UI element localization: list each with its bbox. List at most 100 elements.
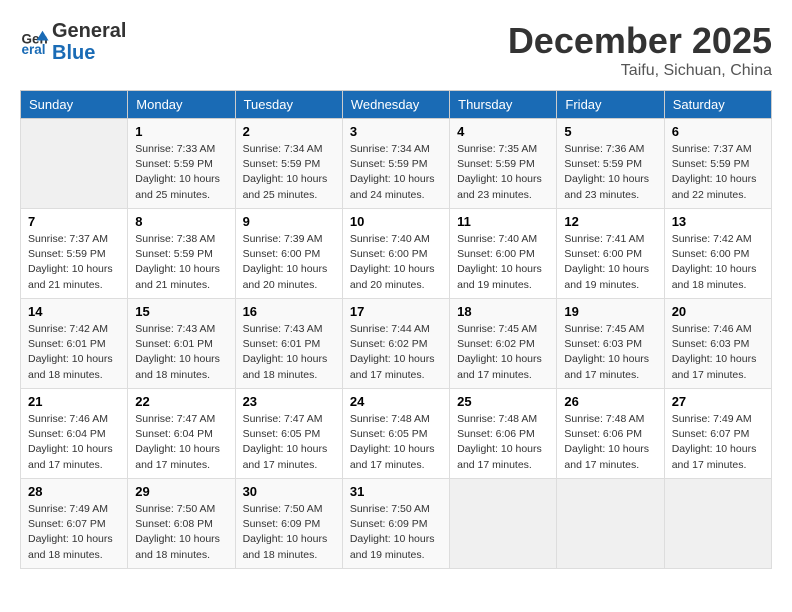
day-cell: 2Sunrise: 7:34 AM Sunset: 5:59 PM Daylig… [235, 119, 342, 209]
day-number: 27 [672, 394, 764, 409]
day-cell: 12 Sunrise: 7:41 AM Sunset: 6:00 PM Dayli… [557, 209, 664, 299]
day-cell: 21 Sunrise: 7:46 AM Sunset: 6:04 PM Dayli… [21, 389, 128, 479]
day-cell: 1 Sunrise: 7:33 AM Sunset: 5:59 PM Daylig… [128, 119, 235, 209]
location: Taifu, Sichuan, China [508, 62, 772, 80]
day-number: 29 [135, 484, 227, 499]
day-number: 21 [28, 394, 120, 409]
day-cell [21, 119, 128, 209]
logo-text-line2: Blue [52, 42, 126, 64]
day-info: Sunrise: 7:43 AM Sunset: 6:01 PM Dayligh… [243, 322, 335, 383]
page-header: Gen eral General Blue December 2025 Taif… [20, 20, 772, 80]
day-info: Sunrise: 7:50 AM Sunset: 6:09 PM Dayligh… [243, 502, 335, 563]
day-cell: 7 Sunrise: 7:37 AM Sunset: 5:59 PM Daylig… [21, 209, 128, 299]
day-info: Sunrise: 7:47 AM Sunset: 6:05 PM Dayligh… [243, 412, 335, 473]
day-cell: 6 Sunrise: 7:37 AM Sunset: 5:59 PM Daylig… [664, 119, 771, 209]
week-row-3: 14Sunrise: 7:42 AM Sunset: 6:01 PM Dayli… [21, 299, 772, 389]
day-number: 23 [243, 394, 335, 409]
week-row-4: 21 Sunrise: 7:46 AM Sunset: 6:04 PM Dayli… [21, 389, 772, 479]
column-header-friday: Friday [557, 91, 664, 119]
day-cell: 28 Sunrise: 7:49 AM Sunset: 6:07 PM Dayli… [21, 479, 128, 569]
day-number: 30 [243, 484, 335, 499]
day-cell: 30 Sunrise: 7:50 AM Sunset: 6:09 PM Dayli… [235, 479, 342, 569]
day-number: 26 [564, 394, 656, 409]
calendar-header-row: SundayMondayTuesdayWednesdayThursdayFrid… [21, 91, 772, 119]
day-cell: 14Sunrise: 7:42 AM Sunset: 6:01 PM Dayli… [21, 299, 128, 389]
day-number: 28 [28, 484, 120, 499]
column-header-saturday: Saturday [664, 91, 771, 119]
day-info: Sunrise: 7:42 AM Sunset: 6:01 PM Dayligh… [28, 322, 120, 383]
day-info: Sunrise: 7:37 AM Sunset: 5:59 PM Dayligh… [28, 232, 120, 293]
day-cell: 11 Sunrise: 7:40 AM Sunset: 6:00 PM Dayli… [450, 209, 557, 299]
day-info: Sunrise: 7:49 AM Sunset: 6:07 PM Dayligh… [672, 412, 764, 473]
day-number: 9 [243, 214, 335, 229]
day-cell: 9 Sunrise: 7:39 AM Sunset: 6:00 PM Daylig… [235, 209, 342, 299]
day-cell: 3Sunrise: 7:34 AM Sunset: 5:59 PM Daylig… [342, 119, 449, 209]
day-number: 7 [28, 214, 120, 229]
day-number: 1 [135, 124, 227, 139]
day-info: Sunrise: 7:40 AM Sunset: 6:00 PM Dayligh… [350, 232, 442, 293]
day-cell: 19 Sunrise: 7:45 AM Sunset: 6:03 PM Dayli… [557, 299, 664, 389]
day-info: Sunrise: 7:35 AM Sunset: 5:59 PM Dayligh… [457, 142, 549, 203]
column-header-sunday: Sunday [21, 91, 128, 119]
day-cell: 5 Sunrise: 7:36 AM Sunset: 5:59 PM Daylig… [557, 119, 664, 209]
day-info: Sunrise: 7:47 AM Sunset: 6:04 PM Dayligh… [135, 412, 227, 473]
day-info: Sunrise: 7:48 AM Sunset: 6:05 PM Dayligh… [350, 412, 442, 473]
day-info: Sunrise: 7:41 AM Sunset: 6:00 PM Dayligh… [564, 232, 656, 293]
day-number: 17 [350, 304, 442, 319]
day-cell: 15Sunrise: 7:43 AM Sunset: 6:01 PM Dayli… [128, 299, 235, 389]
day-info: Sunrise: 7:33 AM Sunset: 5:59 PM Dayligh… [135, 142, 227, 203]
day-number: 19 [564, 304, 656, 319]
day-info: Sunrise: 7:34 AM Sunset: 5:59 PM Dayligh… [243, 142, 335, 203]
day-info: Sunrise: 7:49 AM Sunset: 6:07 PM Dayligh… [28, 502, 120, 563]
day-info: Sunrise: 7:34 AM Sunset: 5:59 PM Dayligh… [350, 142, 442, 203]
day-info: Sunrise: 7:50 AM Sunset: 6:08 PM Dayligh… [135, 502, 227, 563]
day-info: Sunrise: 7:46 AM Sunset: 6:04 PM Dayligh… [28, 412, 120, 473]
logo-icon: Gen eral [20, 27, 50, 57]
day-number: 4 [457, 124, 549, 139]
day-cell: 27 Sunrise: 7:49 AM Sunset: 6:07 PM Dayli… [664, 389, 771, 479]
day-number: 6 [672, 124, 764, 139]
day-cell: 23 Sunrise: 7:47 AM Sunset: 6:05 PM Dayli… [235, 389, 342, 479]
logo-text-line1: General [52, 20, 126, 42]
day-cell: 4 Sunrise: 7:35 AM Sunset: 5:59 PM Daylig… [450, 119, 557, 209]
day-cell: 16 Sunrise: 7:43 AM Sunset: 6:01 PM Dayli… [235, 299, 342, 389]
day-number: 5 [564, 124, 656, 139]
day-info: Sunrise: 7:37 AM Sunset: 5:59 PM Dayligh… [672, 142, 764, 203]
day-info: Sunrise: 7:48 AM Sunset: 6:06 PM Dayligh… [564, 412, 656, 473]
day-cell: 20Sunrise: 7:46 AM Sunset: 6:03 PM Dayli… [664, 299, 771, 389]
day-info: Sunrise: 7:44 AM Sunset: 6:02 PM Dayligh… [350, 322, 442, 383]
day-cell: 31Sunrise: 7:50 AM Sunset: 6:09 PM Dayli… [342, 479, 449, 569]
day-cell: 17 Sunrise: 7:44 AM Sunset: 6:02 PM Dayli… [342, 299, 449, 389]
day-cell: 10Sunrise: 7:40 AM Sunset: 6:00 PM Dayli… [342, 209, 449, 299]
column-header-tuesday: Tuesday [235, 91, 342, 119]
week-row-5: 28 Sunrise: 7:49 AM Sunset: 6:07 PM Dayli… [21, 479, 772, 569]
day-info: Sunrise: 7:40 AM Sunset: 6:00 PM Dayligh… [457, 232, 549, 293]
week-row-2: 7 Sunrise: 7:37 AM Sunset: 5:59 PM Daylig… [21, 209, 772, 299]
week-row-1: 1 Sunrise: 7:33 AM Sunset: 5:59 PM Daylig… [21, 119, 772, 209]
day-cell: 18Sunrise: 7:45 AM Sunset: 6:02 PM Dayli… [450, 299, 557, 389]
day-cell: 22Sunrise: 7:47 AM Sunset: 6:04 PM Dayli… [128, 389, 235, 479]
day-number: 25 [457, 394, 549, 409]
day-number: 12 [564, 214, 656, 229]
day-info: Sunrise: 7:45 AM Sunset: 6:03 PM Dayligh… [564, 322, 656, 383]
svg-text:eral: eral [22, 42, 46, 57]
column-header-monday: Monday [128, 91, 235, 119]
day-number: 24 [350, 394, 442, 409]
day-cell [450, 479, 557, 569]
day-cell: 24 Sunrise: 7:48 AM Sunset: 6:05 PM Dayli… [342, 389, 449, 479]
day-number: 16 [243, 304, 335, 319]
day-info: Sunrise: 7:36 AM Sunset: 5:59 PM Dayligh… [564, 142, 656, 203]
day-number: 18 [457, 304, 549, 319]
day-info: Sunrise: 7:43 AM Sunset: 6:01 PM Dayligh… [135, 322, 227, 383]
day-cell: 25 Sunrise: 7:48 AM Sunset: 6:06 PM Dayli… [450, 389, 557, 479]
logo: Gen eral General Blue [20, 20, 126, 64]
day-info: Sunrise: 7:48 AM Sunset: 6:06 PM Dayligh… [457, 412, 549, 473]
day-cell [664, 479, 771, 569]
day-number: 11 [457, 214, 549, 229]
day-cell: 13Sunrise: 7:42 AM Sunset: 6:00 PM Dayli… [664, 209, 771, 299]
calendar-table: SundayMondayTuesdayWednesdayThursdayFrid… [20, 90, 772, 569]
day-info: Sunrise: 7:39 AM Sunset: 6:00 PM Dayligh… [243, 232, 335, 293]
title-block: December 2025 Taifu, Sichuan, China [508, 20, 772, 80]
column-header-thursday: Thursday [450, 91, 557, 119]
day-number: 20 [672, 304, 764, 319]
